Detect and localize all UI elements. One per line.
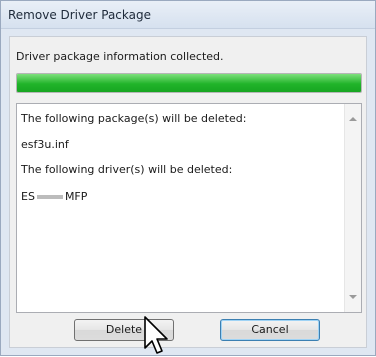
package-name-text: esf3u.inf [21,138,69,151]
cancel-button[interactable]: Cancel [220,319,320,341]
details-list[interactable]: The following package(s) will be deleted… [16,103,362,313]
progress-bar [16,73,362,93]
status-message: Driver package information collected. [16,50,224,63]
window-title: Remove Driver Package [8,8,151,22]
scroll-up-arrow-icon[interactable] [349,117,357,121]
title-bar[interactable]: Remove Driver Package [1,1,375,29]
remove-driver-package-dialog: Remove Driver Package Driver package inf… [0,0,376,356]
vertical-scrollbar[interactable] [344,104,361,312]
scroll-down-arrow-icon[interactable] [349,295,357,299]
driver-name-text: ES MFP [21,190,331,203]
progress-fill [17,74,361,92]
dialog-content: Driver package information collected. Th… [9,36,367,348]
driver-name-suffix: MFP [64,190,88,203]
package-header-text: The following package(s) will be deleted… [21,112,247,125]
driver-name-prefix: ES [21,190,35,203]
redaction-mark [36,195,63,199]
arrow-cursor-icon [144,316,168,354]
driver-header-text: The following driver(s) will be deleted: [21,163,233,176]
